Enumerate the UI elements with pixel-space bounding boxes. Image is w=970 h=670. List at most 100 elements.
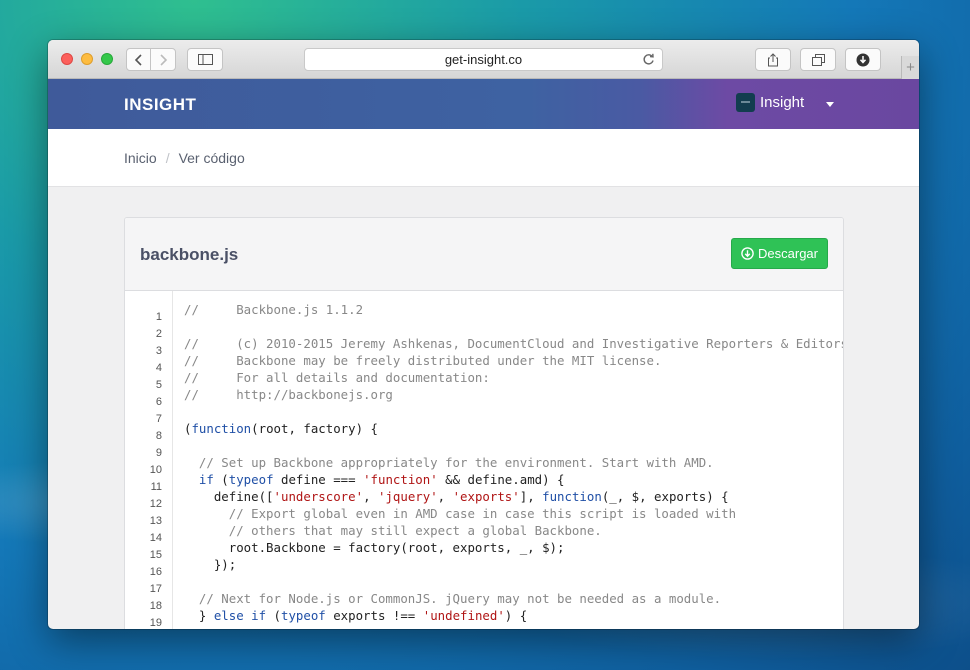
file-title: backbone.js [140, 245, 239, 264]
caret-down-icon[interactable] [826, 102, 834, 107]
code-token: (root, factory) { [251, 421, 378, 436]
code-comment: // Backbone.js 1.1.2 [184, 302, 364, 317]
line-number: 13 [149, 515, 162, 527]
new-tab-button[interactable]: + [901, 56, 919, 79]
line-number: 12 [149, 498, 162, 510]
download-label: Descargar [758, 246, 818, 261]
avatar [736, 93, 755, 112]
code-comment: // others that may still expect a global… [184, 523, 602, 538]
line-number: 19 [149, 617, 162, 629]
line-number: 8 [155, 430, 162, 442]
code-token: }); [184, 557, 237, 572]
share-button[interactable] [755, 48, 791, 71]
code-string: 'function' [363, 472, 438, 487]
user-name: Insight [760, 94, 805, 111]
line-number: 15 [149, 549, 162, 561]
line-number: 9 [155, 447, 162, 459]
line-number: 10 [149, 464, 162, 476]
code-token: , [363, 489, 378, 504]
browser-window: get-insight.co + INSIGHT Insight Inicio … [48, 40, 919, 629]
code-token: && define.amd) { [437, 472, 565, 487]
code-panel-header: backbone.js Descargar [125, 218, 843, 291]
line-number: 17 [149, 583, 162, 595]
code-line: // Backbone may be freely distributed un… [184, 352, 661, 369]
close-window-button[interactable] [61, 53, 73, 65]
sidebar-icon [197, 54, 213, 65]
code-comment: // Export global even in AMD case in cas… [184, 506, 737, 521]
code-token: define([ [184, 489, 274, 504]
url-text: get-insight.co [444, 52, 523, 67]
breadcrumb-separator: / [165, 149, 170, 166]
line-number: 2 [155, 328, 162, 340]
code-keyword: if [198, 472, 214, 487]
line-number: 16 [149, 566, 162, 578]
line-number: 14 [149, 532, 162, 544]
code-string: 'exports' [452, 489, 520, 504]
line-number: 5 [155, 379, 162, 391]
forward-icon [160, 53, 168, 66]
code-line: // http://backbonejs.org [184, 386, 393, 403]
code-keyword: typeof [280, 608, 326, 623]
code-token: exports !== [325, 608, 423, 623]
code-line: // Backbone.js 1.1.2 [184, 301, 363, 318]
code-line: } else if (typeof exports !== 'undefined… [184, 607, 527, 624]
download-button[interactable]: Descargar [731, 238, 828, 269]
code-keyword: else if [213, 608, 267, 623]
show-tabs-button[interactable] [800, 48, 836, 71]
code-keyword: function [191, 421, 252, 436]
code-line: }); [184, 556, 236, 573]
line-number: 7 [155, 413, 162, 425]
line-number: 18 [149, 600, 162, 612]
brand-logo[interactable]: INSIGHT [124, 95, 196, 115]
code-panel: backbone.js Descargar 1 2 3 4 5 6 7 8 9 10 11 12 13 1… [124, 217, 844, 629]
code-token: (_, $, exports) { [601, 489, 729, 504]
code-comment: // For all details and documentation: [184, 370, 490, 385]
breadcrumb: Inicio / Ver código [48, 129, 919, 187]
code-string: 'undefined' [422, 608, 505, 623]
code-token: ( [266, 608, 281, 623]
code-comment: // Backbone may be freely distributed un… [184, 353, 662, 368]
code-line: if (typeof define === 'function' && defi… [184, 471, 565, 488]
breadcrumb-home-link[interactable]: Inicio [124, 150, 157, 166]
code-comment: // http://backbonejs.org [184, 387, 393, 402]
code-comment: // Next for Node.js or CommonJS. jQuery … [184, 591, 722, 606]
code-token: ( [213, 472, 229, 487]
downloads-icon [856, 53, 870, 66]
code-token: define === [273, 472, 364, 487]
line-number: 6 [155, 396, 162, 408]
code-line: // Next for Node.js or CommonJS. jQuery … [184, 590, 721, 607]
code-keyword: typeof [228, 472, 274, 487]
code-line: root.Backbone = factory(root, exports, _… [184, 539, 565, 556]
code-line: (function(root, factory) { [184, 420, 378, 437]
code-line: // For all details and documentation: [184, 369, 490, 386]
minimize-window-button[interactable] [81, 53, 93, 65]
line-number: 3 [155, 345, 162, 357]
code-comment: // Set up Backbone appropriately for the… [184, 455, 714, 470]
code-line: define(['underscore', 'jquery', 'exports… [184, 488, 729, 505]
code-comment: // (c) 2010-2015 Jeremy Ashkenas, Docume… [184, 336, 844, 351]
line-number: 4 [155, 362, 162, 374]
downloads-button[interactable] [845, 48, 881, 71]
code-viewer[interactable]: 1 2 3 4 5 6 7 8 9 10 11 12 13 14 15 16 17 18 19 // Backbon… [125, 291, 843, 629]
code-keyword: function [542, 489, 602, 504]
code-line: // Set up Backbone appropriately for the… [184, 454, 714, 471]
site-navbar: INSIGHT Insight [48, 79, 919, 129]
code-token: ], [519, 489, 543, 504]
code-string: 'jquery' [377, 489, 438, 504]
reload-icon[interactable] [642, 53, 655, 66]
line-number: 11 [150, 481, 162, 493]
sidebar-button[interactable] [187, 48, 223, 71]
user-menu[interactable]: Insight [736, 93, 804, 112]
share-icon [768, 52, 778, 66]
back-button[interactable] [126, 48, 151, 71]
zoom-window-button[interactable] [101, 53, 113, 65]
code-line: // (c) 2010-2015 Jeremy Ashkenas, Docume… [184, 335, 844, 352]
forward-button[interactable] [150, 48, 176, 71]
code-line: // others that may still expect a global… [184, 522, 602, 539]
address-bar[interactable]: get-insight.co [304, 48, 663, 71]
browser-toolbar: get-insight.co + [48, 40, 919, 79]
code-token: ) { [504, 608, 528, 623]
code-token: } [184, 608, 214, 623]
code-token: , [437, 489, 453, 504]
